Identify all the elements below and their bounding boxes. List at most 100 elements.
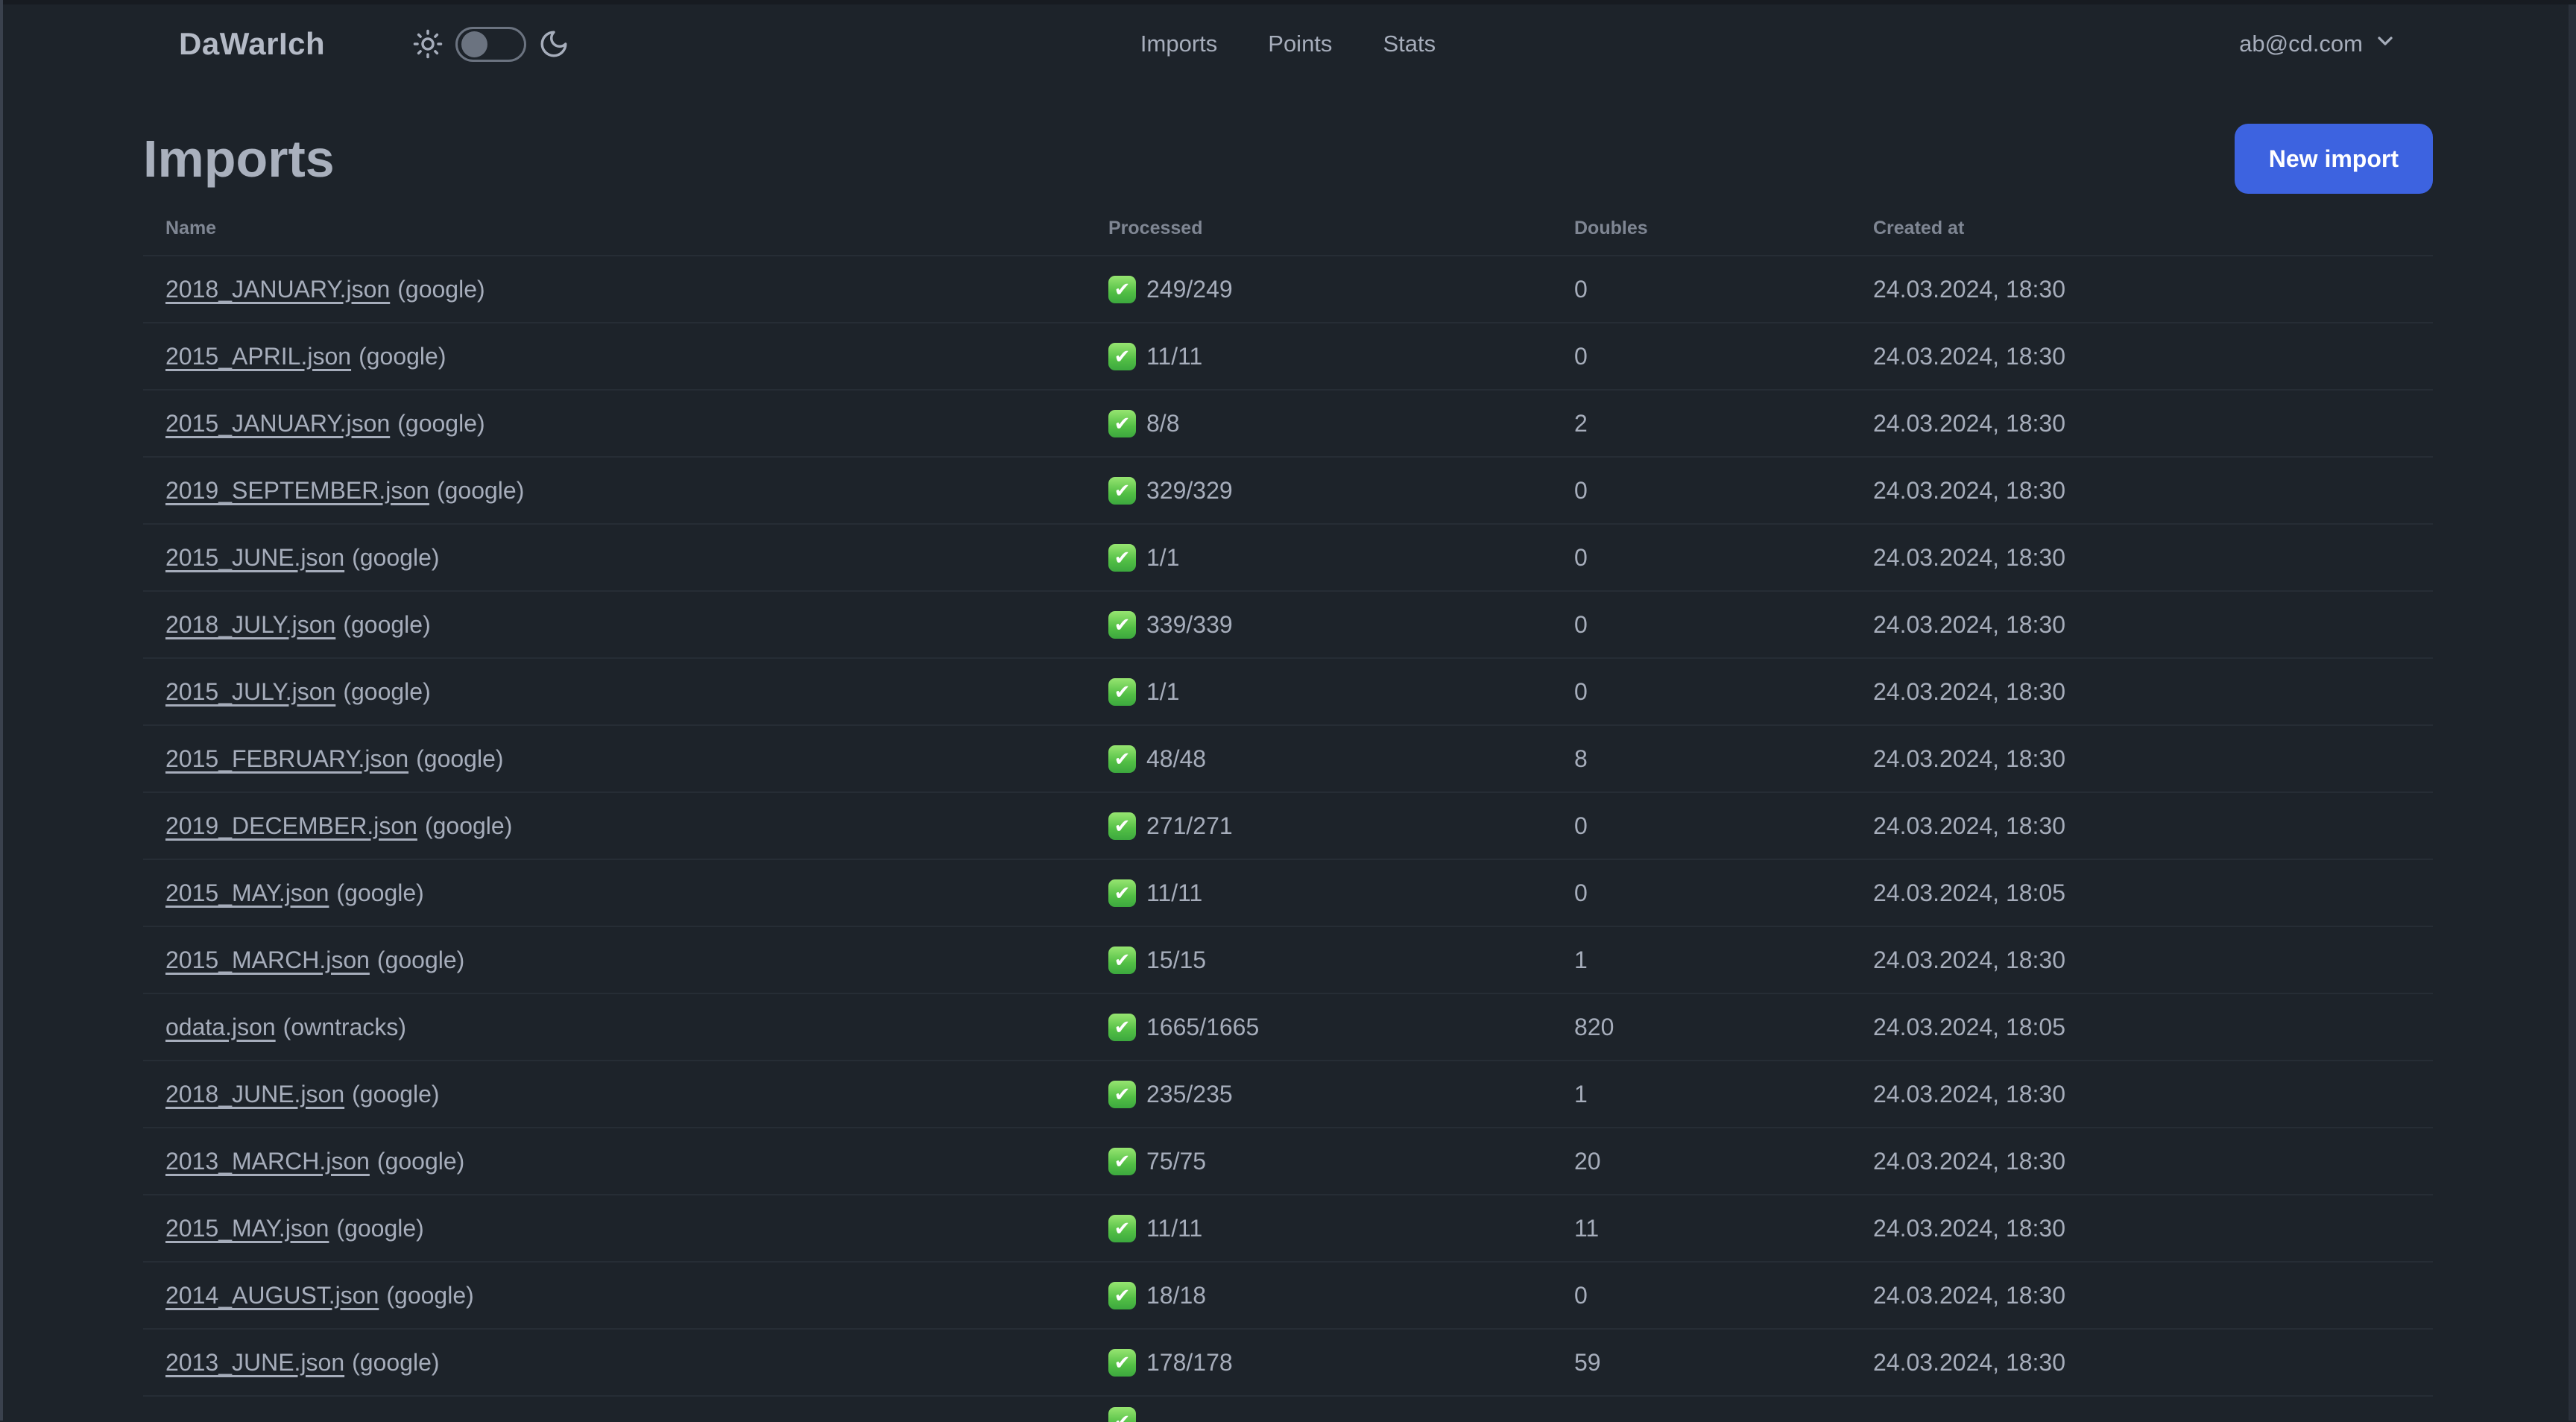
name-cell: 2015_JANUARY.json (google): [143, 390, 1086, 458]
nav-link-points[interactable]: Points: [1268, 31, 1332, 57]
processed-count: 249/249: [1146, 275, 1233, 303]
import-file-link[interactable]: 2018_JUNE.json: [165, 1081, 344, 1107]
import-source: (google): [336, 1214, 424, 1242]
import-file-link[interactable]: odata.json: [165, 1014, 276, 1040]
processed-cell: ✔ 8/8: [1086, 390, 1552, 458]
table-row: 2013_MARCH.json (google) ✔ 75/75 20 24.03…: [143, 1128, 2433, 1195]
processed-cell: ✔ 15/15: [1086, 926, 1552, 994]
import-file-link[interactable]: 2015_MAY.json: [165, 1215, 329, 1242]
processed-count: 18/18: [1146, 1281, 1207, 1309]
app-logo[interactable]: DaWarIch: [179, 26, 325, 62]
name-cell: 2018_JUNE.json (google): [143, 1061, 1086, 1128]
import-file-link[interactable]: 2015_JULY.json: [165, 678, 335, 705]
doubles-cell: 0: [1552, 591, 1851, 659]
created-at-cell: 24.03.2024, 18:30: [1851, 457, 2433, 525]
doubles-cell: 0: [1552, 792, 1851, 860]
import-file-link[interactable]: 2015_JUNE.json: [165, 544, 344, 571]
import-file-link[interactable]: 2015_APRIL.json: [165, 343, 351, 370]
nav-link-stats[interactable]: Stats: [1383, 31, 1436, 57]
table-row: 2015_MARCH.json (google) ✔ 15/15 1 24.03.…: [143, 926, 2433, 994]
table-row: 2019_DECEMBER.json (google) ✔ 271/271 0 2…: [143, 792, 2433, 860]
created-at-cell: 24.03.2024, 18:30: [1851, 256, 2433, 323]
column-header-processed: Processed: [1086, 194, 1552, 256]
table-row: 2015_JULY.json (google) ✔ 1/1 0 24.03.202…: [143, 658, 2433, 726]
created-at-cell: 24.03.2024, 18:05: [1851, 993, 2433, 1061]
doubles-cell: 0: [1552, 1262, 1851, 1330]
created-at-cell: 24.03.2024, 18:05: [1851, 859, 2433, 927]
import-source: (google): [352, 1348, 440, 1376]
processed-cell: ✔ 271/271: [1086, 792, 1552, 860]
created-at-cell: 24.03.2024, 18:30: [1851, 926, 2433, 994]
table-row: 2019_SEPTEMBER.json (google) ✔ 329/329 0 …: [143, 457, 2433, 525]
name-cell: 2015_FEBRUARY.json (google): [143, 725, 1086, 793]
table-row: 2014_AUGUST.json (google) ✔ 18/18 0 24.03…: [143, 1262, 2433, 1330]
doubles-cell: 0: [1552, 859, 1851, 927]
check-icon: ✔: [1108, 543, 1136, 572]
import-file-link[interactable]: 2013_MARCH.json: [165, 1148, 370, 1175]
import-file-link[interactable]: 2019_DECEMBER.json: [165, 812, 417, 839]
processed-cell: ✔ 11/11: [1086, 323, 1552, 391]
processed-count: 15/15: [1146, 946, 1207, 973]
main-nav: Imports Points Stats: [1140, 31, 1436, 57]
navbar: DaWarIch Imports Points Stats ab@cd.com: [0, 0, 2576, 83]
created-at-cell: 24.03.2024, 18:30: [1851, 725, 2433, 793]
name-cell: 2019_SEPTEMBER.json (google): [143, 457, 1086, 525]
processed-count: 48/48: [1146, 745, 1207, 772]
page-title: Imports: [143, 130, 335, 188]
user-menu[interactable]: ab@cd.com: [2239, 29, 2397, 59]
table-row: 2015_MAY.json (google) ✔ 11/11 0 24.03.20…: [143, 859, 2433, 927]
import-source: (google): [343, 677, 431, 705]
processed-cell: ✔ 48/48: [1086, 725, 1552, 793]
processed-count: 271/271: [1146, 812, 1233, 839]
created-at-cell: 24.03.2024, 18:30: [1851, 1061, 2433, 1128]
check-icon: ✔: [1108, 677, 1136, 706]
processed-count: 235/235: [1146, 1080, 1233, 1107]
vertical-scrollbar[interactable]: [2569, 4, 2576, 1421]
import-file-link[interactable]: 2015_FEBRUARY.json: [165, 745, 408, 772]
created-at-cell: 24.03.2024, 18:30: [1851, 658, 2433, 726]
check-icon: ✔: [1108, 1407, 1136, 1422]
processed-cell: ✔ 235/235: [1086, 1061, 1552, 1128]
processed-cell: ✔ 11/11: [1086, 859, 1552, 927]
created-at-cell: 24.03.2024, 18:30: [1851, 323, 2433, 391]
doubles-cell: 0: [1552, 524, 1851, 592]
import-file-link[interactable]: 2015_MARCH.json: [165, 947, 370, 973]
import-file-link[interactable]: 2014_AUGUST.json: [165, 1282, 379, 1309]
import-file-link[interactable]: 2015_MAY.json: [165, 879, 329, 906]
doubles-cell: 11: [1552, 1195, 1851, 1263]
processed-count: 11/11: [1146, 879, 1203, 906]
moon-icon: [538, 28, 569, 60]
import-file-link[interactable]: 2018_JANUARY.json: [165, 276, 390, 303]
created-at-cell: 24.03.2024, 18:30: [1851, 524, 2433, 592]
check-icon: ✔: [1108, 1013, 1136, 1041]
processed-count: 178/178: [1146, 1348, 1233, 1376]
window-left-edge: [0, 0, 3, 1421]
import-file-link[interactable]: 2019_SEPTEMBER.json: [165, 477, 429, 504]
import-file-link[interactable]: 2015_JANUARY.json: [165, 410, 390, 437]
theme-switch[interactable]: [455, 26, 527, 62]
name-cell: 2013_JUNE.json (google): [143, 1329, 1086, 1397]
import-file-link[interactable]: 2013_JUNE.json: [165, 1349, 344, 1376]
doubles-cell: 0: [1552, 658, 1851, 726]
processed-count: 11/11: [1146, 342, 1203, 370]
table-row: 2013_JUNE.json (google) ✔ 178/178 59 24.0…: [143, 1329, 2433, 1397]
import-file-link[interactable]: 2018_JULY.json: [165, 611, 335, 638]
table-row: 2015_JUNE.json (google) ✔ 1/1 0 24.03.202…: [143, 524, 2433, 592]
check-icon: ✔: [1108, 812, 1136, 840]
doubles-cell: 0: [1552, 323, 1851, 391]
user-email: ab@cd.com: [2239, 31, 2363, 57]
import-source: (google): [397, 409, 485, 437]
new-import-button[interactable]: New import: [2234, 124, 2433, 194]
column-header-name: Name: [143, 194, 1086, 256]
processed-count: 1/1: [1146, 543, 1180, 571]
doubles-cell: 59: [1552, 1329, 1851, 1397]
processed-cell: ✔ 1/1: [1086, 658, 1552, 726]
nav-link-imports[interactable]: Imports: [1140, 31, 1217, 57]
processed-cell: ✔ 11/11: [1086, 1195, 1552, 1263]
created-at-cell: 24.03.2024, 18:30: [1851, 1128, 2433, 1195]
import-source: (google): [343, 610, 431, 638]
chevron-down-icon: [2373, 29, 2397, 59]
processed-cell: ✔ 329/329: [1086, 457, 1552, 525]
name-cell: 2014_AUGUST.json (google): [143, 1262, 1086, 1330]
theme-toggle[interactable]: [412, 26, 569, 62]
